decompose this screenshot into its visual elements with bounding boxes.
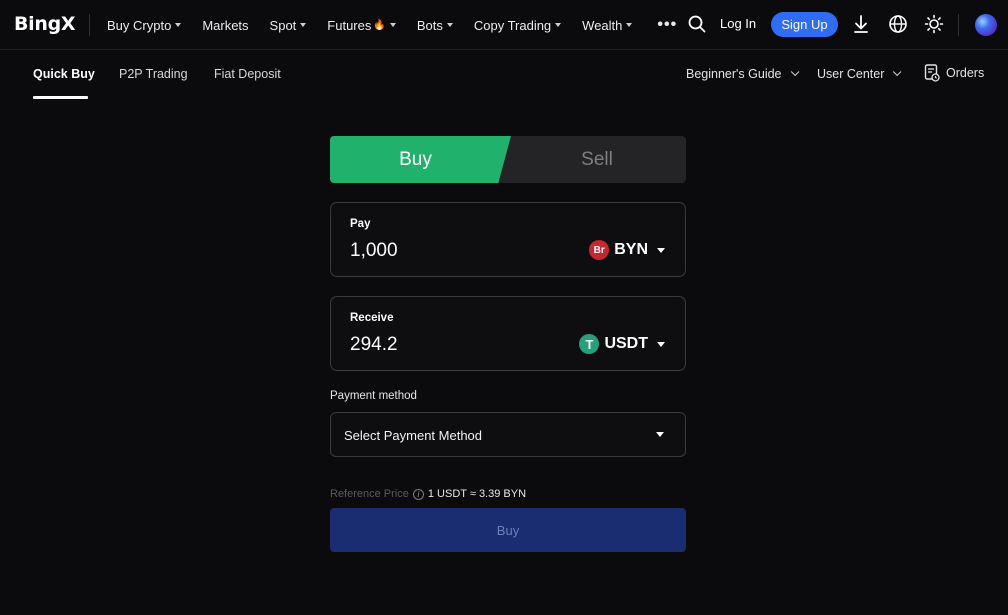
beginners-guide-menu[interactable]: Beginner's Guide [686,67,799,81]
caret-down-icon [175,23,182,27]
main-nav: Buy Crypto Markets Spot Futures 🔥 Bots Co… [107,0,698,50]
orders-icon [924,64,940,82]
pay-field[interactable]: Pay 1,000 Br BYN [330,202,686,277]
tab-p2p-trading[interactable]: P2P Trading [119,67,188,81]
sub-navigation: Quick Buy P2P Trading Fiat Deposit Begin… [0,51,1008,99]
user-center-menu[interactable]: User Center [817,67,902,81]
profile-orb-icon[interactable] [974,13,998,37]
caret-down-icon [657,247,665,253]
receive-label: Receive [350,312,394,324]
nav-item-bots[interactable]: Bots [417,18,453,33]
payment-method-label: Payment method [330,390,417,402]
usdt-coin-icon: T [579,334,600,354]
caret-down-icon [389,23,396,27]
nav-item-label: Markets [202,17,249,33]
pay-amount-input[interactable]: 1,000 [350,240,398,262]
receive-field[interactable]: Receive 294.2 T USDT [330,296,686,371]
nav-item-label: Bots [416,17,443,33]
bingx-logo[interactable]: BingX [14,13,76,35]
reference-price-label: Reference Price [330,488,409,500]
globe-icon[interactable] [888,14,910,36]
nav-item-spot[interactable]: Spot [270,18,307,33]
tab-sell[interactable]: Sell [506,136,686,183]
tab-fiat-deposit[interactable]: Fiat Deposit [214,67,281,81]
user-center-label: User Center [817,67,885,81]
pay-currency-code: BYN [614,241,648,258]
orders-link[interactable]: Orders [924,64,984,82]
nav-item-markets[interactable]: Markets [202,18,248,33]
caret-down-icon [657,341,665,347]
nav-item-label: Spot [269,17,297,33]
byn-coin-icon: Br [589,240,610,260]
orders-label: Orders [946,66,985,80]
nav-item-label: Buy Crypto [107,17,172,33]
beginners-guide-label: Beginner's Guide [686,67,782,81]
caret-down-icon [656,432,664,437]
chevron-down-icon [790,67,799,77]
nav-divider [958,14,959,36]
receive-currency-selector[interactable]: T USDT [579,334,665,354]
buy-submit-button[interactable]: Buy [330,508,686,552]
pay-label: Pay [350,218,371,230]
chevron-down-icon [893,67,902,77]
more-menu-icon[interactable]: ••• [657,16,677,34]
caret-down-icon [300,23,307,27]
active-tab-indicator [33,96,88,99]
search-icon[interactable] [687,14,709,36]
nav-item-label: Wealth [582,17,623,33]
caret-down-icon [626,23,633,27]
download-icon[interactable] [851,14,873,36]
receive-amount-input[interactable]: 294.2 [350,334,398,356]
tab-buy[interactable]: Buy [330,136,511,183]
nav-item-futures[interactable]: Futures 🔥 [327,18,396,33]
top-navigation-bar: BingX Buy Crypto Markets Spot Futures 🔥 B… [0,0,1008,50]
pay-currency-selector[interactable]: Br BYN [589,240,665,260]
reference-price: Reference Price i 1 USDT ≈ 3.39 BYN [330,488,526,500]
nav-item-copy-trading[interactable]: Copy Trading [473,17,562,33]
nav-divider [89,14,90,36]
payment-method-placeholder: Select Payment Method [344,428,483,443]
buy-sell-toggle: Buy Sell [330,136,686,183]
nav-item-label: Futures [327,17,372,33]
info-icon[interactable]: i [412,488,424,500]
nav-item-buy-crypto[interactable]: Buy Crypto [107,17,182,33]
login-link[interactable]: Log In [720,16,756,31]
payment-method-select[interactable]: Select Payment Method [330,412,686,457]
receive-currency-code: USDT [604,335,648,352]
caret-down-icon [446,23,453,27]
nav-item-label: Copy Trading [473,17,552,33]
tab-quick-buy[interactable]: Quick Buy [33,67,95,81]
caret-down-icon [555,23,562,27]
fire-icon: 🔥 [373,19,386,31]
nav-item-wealth[interactable]: Wealth [582,17,633,33]
reference-price-value: 1 USDT ≈ 3.39 BYN [427,488,527,500]
signup-button[interactable]: Sign Up [771,12,838,37]
theme-sun-icon[interactable] [924,14,946,36]
